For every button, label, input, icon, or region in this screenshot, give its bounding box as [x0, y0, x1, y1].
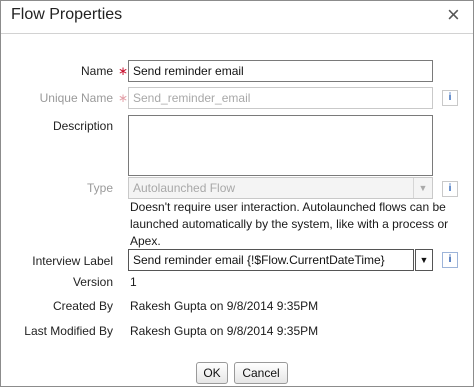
chevron-down-icon[interactable]: ▼ — [415, 249, 433, 271]
info-icon[interactable]: i — [442, 181, 458, 197]
dialog-titlebar: Flow Properties × — [1, 1, 473, 34]
flow-properties-dialog: Flow Properties × Name ∗ Send reminder e… — [0, 0, 474, 387]
required-asterisk-icon: ∗ — [118, 64, 129, 78]
name-input[interactable]: Send reminder email — [128, 60, 433, 82]
chevron-down-icon: ▼ — [413, 178, 432, 198]
created-by-label: Created By — [52, 299, 113, 313]
close-icon[interactable]: × — [447, 4, 460, 26]
dialog-title: Flow Properties — [11, 6, 123, 23]
name-label: Name — [80, 64, 113, 78]
interview-label-input[interactable]: Send reminder email {!$Flow.CurrentDateT… — [128, 249, 414, 271]
version-value: 1 — [130, 275, 137, 289]
info-icon[interactable]: i — [442, 252, 458, 268]
description-textarea[interactable] — [128, 115, 433, 176]
created-by-value: Rakesh Gupta on 9/8/2014 9:35PM — [130, 299, 319, 313]
type-label: Type — [86, 181, 113, 195]
ok-button[interactable]: OK — [196, 362, 228, 384]
required-asterisk-icon: ∗ — [118, 91, 129, 105]
interview-label-label: Interview Label — [32, 254, 113, 268]
version-label: Version — [72, 275, 113, 289]
last-modified-by-value: Rakesh Gupta on 9/8/2014 9:35PM — [130, 324, 319, 338]
type-select-value: Autolaunched Flow — [133, 181, 236, 195]
info-icon[interactable]: i — [442, 90, 458, 106]
unique-name-input[interactable]: Send_reminder_email — [128, 87, 433, 109]
last-modified-by-label: Last Modified By — [24, 324, 113, 338]
type-select[interactable]: Autolaunched Flow ▼ — [128, 177, 433, 199]
description-label: Description — [52, 119, 113, 133]
unique-name-label: Unique Name — [39, 91, 113, 105]
cancel-button[interactable]: Cancel — [234, 362, 288, 384]
type-help-text: Doesn't require user interaction. Autola… — [130, 200, 449, 248]
